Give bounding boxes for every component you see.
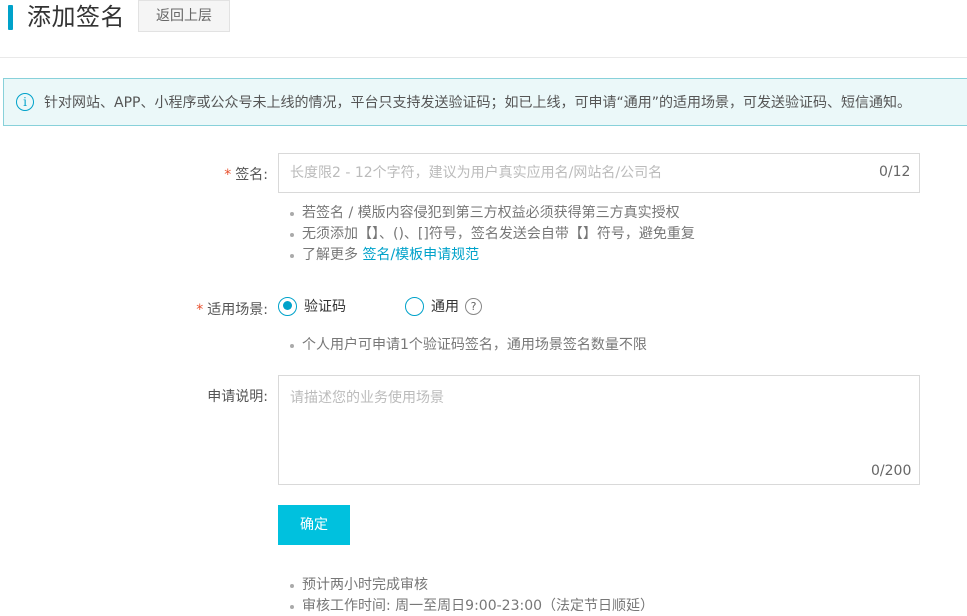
title-accent-bar <box>8 5 13 30</box>
description-textarea[interactable] <box>279 376 919 456</box>
radio-verification-code[interactable]: 验证码 <box>278 296 346 316</box>
list-item: 审核工作时间: 周一至周日9:00-23:00（法定节日顺延） <box>288 596 654 616</box>
signature-label: * 签名: <box>224 167 268 183</box>
back-button[interactable]: 返回上层 <box>138 0 230 32</box>
radio-unchecked-icon[interactable] <box>405 296 424 316</box>
list-item: 若签名 / 模版内容侵犯到第三方权益必须获得第三方真实授权 <box>288 203 695 224</box>
radio-general[interactable]: 通用 ? <box>405 296 482 316</box>
list-item: 个人用户可申请1个验证码签名，通用场景签名数量不限 <box>288 335 647 356</box>
info-icon: i <box>16 93 34 111</box>
signature-hints: 若签名 / 模版内容侵犯到第三方权益必须获得第三方真实授权 无须添加【】、()、… <box>288 203 695 266</box>
scene-hints: 个人用户可申请1个验证码签名，通用场景签名数量不限 <box>288 335 647 356</box>
signature-input-box <box>278 153 920 193</box>
required-mark: * <box>196 302 204 318</box>
list-item: 无须添加【】、()、[]符号，签名发送会自带【】符号，避免重复 <box>288 224 695 245</box>
notice-banner: i 针对网站、APP、小程序或公众号未上线的情况，平台只支持发送验证码；如已上线… <box>3 78 967 126</box>
signature-rules-link[interactable]: 签名/模板申请规范 <box>362 247 479 263</box>
radio-label: 通用 <box>431 299 459 315</box>
required-mark: * <box>224 167 232 183</box>
list-item: 了解更多 签名/模板申请规范 <box>288 245 695 266</box>
description-label: 申请说明: <box>207 389 268 405</box>
page-header: 添加签名 返回上层 <box>0 0 967 58</box>
signature-counter: 0/12 <box>879 164 911 180</box>
page-title: 添加签名 <box>27 3 125 31</box>
description-textarea-box <box>278 375 920 485</box>
description-counter: 0/200 <box>871 463 912 479</box>
question-mark-icon[interactable]: ? <box>465 297 482 315</box>
radio-checked-icon[interactable] <box>278 296 297 316</box>
radio-label: 验证码 <box>304 299 346 315</box>
signature-input[interactable] <box>279 154 839 192</box>
scene-label: * 适用场景: <box>196 302 268 318</box>
footer-hints: 预计两小时完成审核 审核工作时间: 周一至周日9:00-23:00（法定节日顺延… <box>288 575 654 616</box>
confirm-button[interactable]: 确定 <box>278 505 350 545</box>
list-item: 预计两小时完成审核 <box>288 575 654 596</box>
notice-text: 针对网站、APP、小程序或公众号未上线的情况，平台只支持发送验证码；如已上线，可… <box>44 95 911 111</box>
